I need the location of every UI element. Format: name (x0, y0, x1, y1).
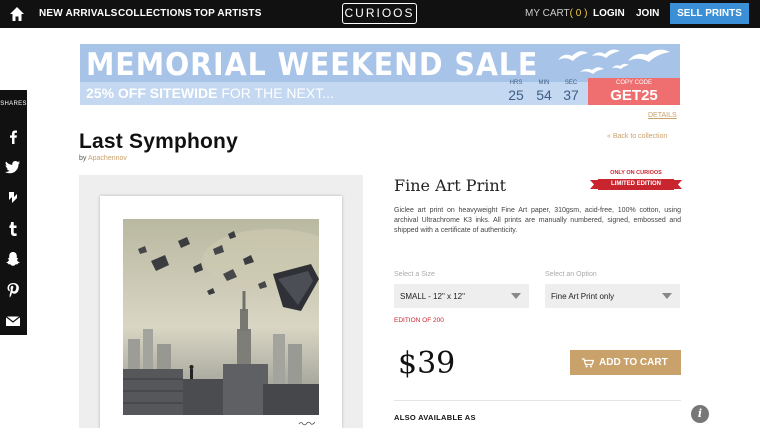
badge-top-text: ONLY ON CURIOOS (610, 170, 662, 176)
product-description: Giclee art print on heavyweight Fine Art… (394, 207, 681, 234)
twitter-icon[interactable] (3, 157, 23, 177)
artwork-preview (79, 175, 363, 428)
seagulls-illustration (558, 49, 670, 74)
join-link[interactable]: JOIN (636, 8, 659, 19)
size-select-value: SMALL - 12" x 12" (400, 292, 465, 301)
divider (394, 400, 681, 401)
add-to-cart-label: ADD TO CART (599, 357, 668, 368)
home-icon[interactable] (8, 5, 26, 23)
price: $39 (398, 346, 456, 381)
promo-code: GET25 (610, 87, 658, 104)
option-select-value: Fine Art Print only (551, 292, 615, 301)
tumblr-icon[interactable] (3, 219, 23, 239)
offer-rest: FOR THE NEXT... (217, 85, 334, 101)
product-type: Fine Art Print (394, 176, 507, 195)
chevron-down-icon (662, 293, 672, 299)
countdown-hours-label: HRS (509, 80, 523, 86)
countdown-minutes-label: MIN (538, 80, 550, 86)
print-paper (100, 196, 342, 428)
size-label: Select a Size (394, 271, 435, 278)
badge-ribbon: LIMITED EDITION (590, 179, 682, 190)
nav-collections[interactable]: COLLECTIONS (118, 8, 192, 19)
copy-code-label: COPY CODE (616, 80, 652, 86)
cart-count: ( 0 ) (569, 8, 588, 19)
countdown-seconds-label: SEC (564, 80, 578, 86)
artist-link[interactable]: Apachennov (88, 155, 127, 162)
promo-code-box[interactable]: COPY CODE GET25 (588, 78, 680, 105)
site-logo[interactable]: CURIOOS (342, 3, 417, 24)
top-nav: NEW ARRIVALS COLLECTIONS TOP ARTISTS CUR… (0, 0, 760, 28)
page-title: Last Symphony (79, 130, 238, 153)
cart-label: MY CART (525, 8, 570, 19)
badge-bottom-text: LIMITED EDITION (611, 181, 661, 187)
nav-new-arrivals[interactable]: NEW ARRIVALS (39, 8, 118, 19)
shares-label: SHARES (0, 101, 27, 107)
nav-top-artists[interactable]: TOP ARTISTS (194, 8, 262, 19)
sell-prints-button[interactable]: SELL PRINTS (670, 3, 749, 24)
pinterest-icon[interactable] (3, 280, 23, 300)
option-label: Select an Option (545, 271, 597, 278)
my-cart-link[interactable]: MY CART( 0 ) (525, 8, 587, 19)
snapchat-icon[interactable] (3, 249, 23, 269)
email-icon[interactable] (3, 311, 23, 331)
countdown-seconds: 37 (563, 87, 579, 103)
countdown-hours: 25 (508, 87, 524, 103)
back-to-collection-link[interactable]: « Back to collection (607, 133, 667, 140)
offer-bold: 25% OFF SITEWIDE (86, 85, 218, 101)
by-label: by (79, 155, 87, 162)
login-link[interactable]: LOGIN (593, 8, 625, 19)
edition-count: EDITION OF 200 (394, 317, 444, 324)
also-available-heading: ALSO AVAILABLE AS (394, 413, 476, 422)
option-select[interactable]: Fine Art Print only (545, 284, 680, 308)
artist-signature (298, 421, 316, 426)
stumbleupon-icon[interactable] (3, 188, 23, 208)
artwork-image[interactable] (123, 219, 319, 415)
details-link[interactable]: DETAILS (648, 112, 677, 119)
share-sidebar: SHARES (0, 90, 27, 335)
add-to-cart-button[interactable]: ADD TO CART (570, 350, 681, 375)
limited-edition-badge: ONLY ON CURIOOS LIMITED EDITION (590, 170, 682, 192)
chevron-down-icon (511, 293, 521, 299)
sale-offer: 25% OFF SITEWIDE FOR THE NEXT... (86, 85, 334, 101)
byline: by Apachennov (79, 155, 127, 162)
sale-headline: MEMORIAL WEEKEND SALE (86, 47, 539, 83)
promo-banner[interactable]: MEMORIAL WEEKEND SALE 25% OFF SITEWIDE F… (80, 44, 680, 105)
facebook-icon[interactable] (3, 127, 23, 147)
size-select[interactable]: SMALL - 12" x 12" (394, 284, 529, 308)
countdown-minutes: 54 (536, 87, 552, 103)
cart-icon (582, 358, 594, 368)
info-icon[interactable]: i (691, 405, 709, 423)
